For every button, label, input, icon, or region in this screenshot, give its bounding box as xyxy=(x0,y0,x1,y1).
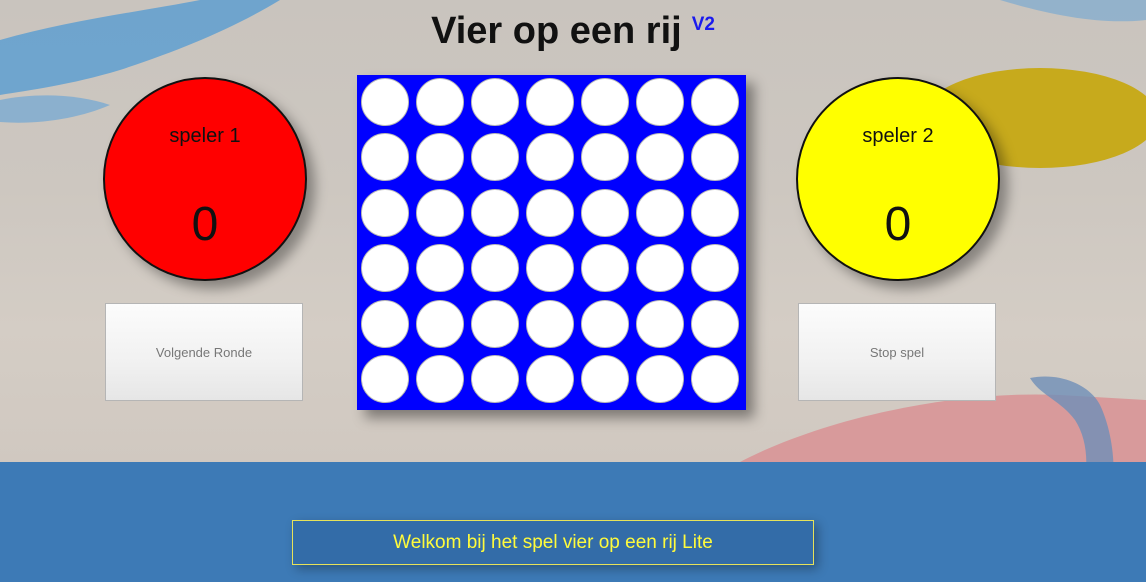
board-cell[interactable] xyxy=(471,355,519,403)
board-cell[interactable] xyxy=(636,299,684,348)
board-cell[interactable] xyxy=(691,133,739,182)
board-cell[interactable] xyxy=(691,355,739,403)
board-cell[interactable] xyxy=(636,133,684,182)
status-message: Welkom bij het spel vier op een rij Lite xyxy=(292,520,814,565)
board-cell[interactable] xyxy=(416,133,464,182)
board-cell[interactable] xyxy=(526,299,574,348)
board-cell[interactable] xyxy=(361,78,409,126)
board-cell[interactable] xyxy=(526,78,574,126)
board-cell[interactable] xyxy=(581,355,629,403)
player-1-score: 0 xyxy=(191,198,219,251)
player-2-name: speler 2 xyxy=(862,125,934,147)
board-cell[interactable] xyxy=(416,355,464,403)
board-cell[interactable] xyxy=(691,299,739,348)
board-cell[interactable] xyxy=(416,78,464,126)
board-cell[interactable] xyxy=(526,188,574,237)
page-title: Vier op een rij V2 xyxy=(0,10,1146,53)
board-cell[interactable] xyxy=(361,299,409,348)
board-cell[interactable] xyxy=(691,244,739,293)
player-1-name: speler 1 xyxy=(169,125,241,147)
title-text: Vier op een rij xyxy=(431,10,682,52)
board-cell[interactable] xyxy=(581,133,629,182)
game-board xyxy=(357,75,746,410)
board-cell[interactable] xyxy=(416,244,464,293)
board-cell[interactable] xyxy=(636,188,684,237)
board-cell[interactable] xyxy=(691,78,739,126)
board-cell[interactable] xyxy=(416,188,464,237)
board-cell[interactable] xyxy=(526,355,574,403)
board-cell[interactable] xyxy=(471,244,519,293)
board-cell[interactable] xyxy=(471,78,519,126)
board-cell[interactable] xyxy=(416,299,464,348)
board-cell[interactable] xyxy=(581,188,629,237)
next-round-button[interactable]: Volgende Ronde xyxy=(105,303,303,401)
board-cell[interactable] xyxy=(471,133,519,182)
player-1-panel: speler 1 0 xyxy=(103,77,307,281)
board-cell[interactable] xyxy=(526,244,574,293)
stop-game-button[interactable]: Stop spel xyxy=(798,303,996,401)
board-cell[interactable] xyxy=(361,133,409,182)
board-cell[interactable] xyxy=(471,188,519,237)
board-cell[interactable] xyxy=(361,355,409,403)
board-cell[interactable] xyxy=(581,299,629,348)
player-2-score: 0 xyxy=(884,198,912,251)
player-2-panel: speler 2 0 xyxy=(796,77,1000,281)
board-cell[interactable] xyxy=(581,244,629,293)
board-cell[interactable] xyxy=(636,78,684,126)
board-cell[interactable] xyxy=(471,299,519,348)
board-cell[interactable] xyxy=(361,244,409,293)
version-badge: V2 xyxy=(691,14,715,35)
board-cell[interactable] xyxy=(581,78,629,126)
board-cell[interactable] xyxy=(526,133,574,182)
board-cell[interactable] xyxy=(691,188,739,237)
board-cell[interactable] xyxy=(361,188,409,237)
board-cell[interactable] xyxy=(636,244,684,293)
board-cell[interactable] xyxy=(636,355,684,403)
